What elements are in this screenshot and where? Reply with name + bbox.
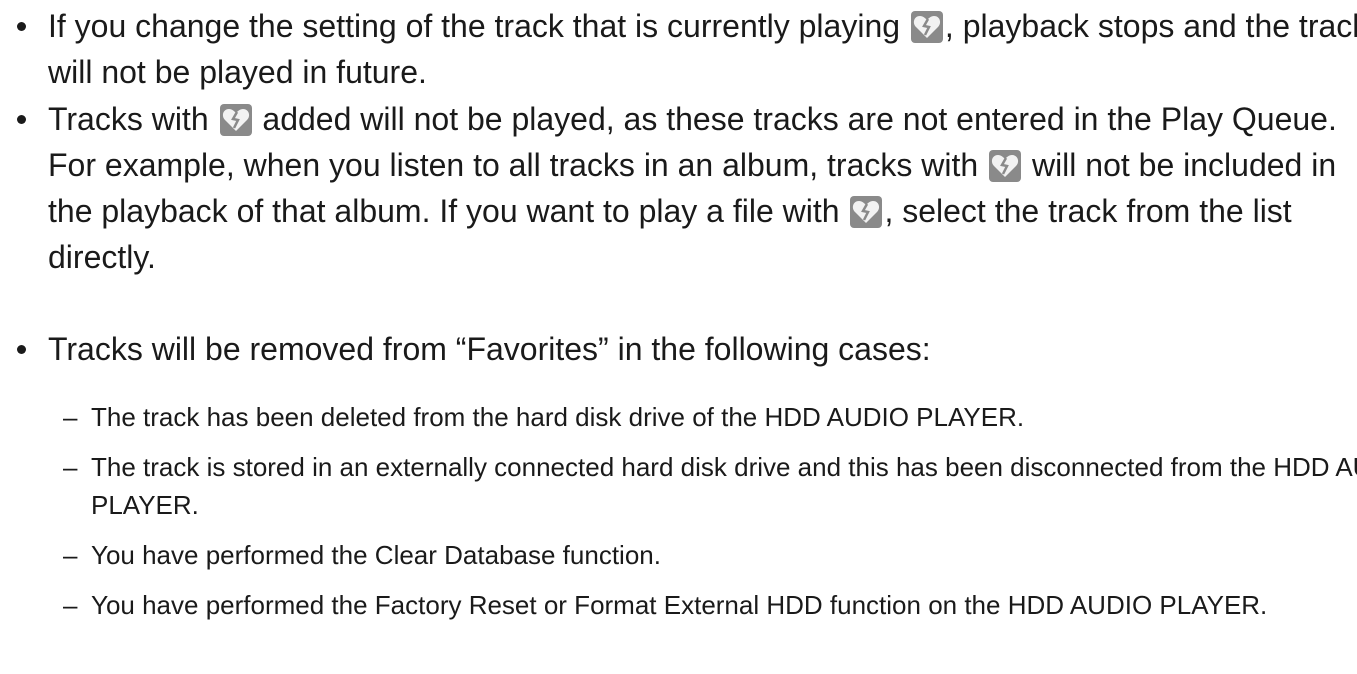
broken-heart-icon <box>989 150 1022 182</box>
sub-item: – You have performed the Clear Database … <box>0 536 1357 574</box>
sub-item-text: The track has been deleted from the hard… <box>91 402 1025 432</box>
sub-item: – The track has been deleted from the ha… <box>0 398 1357 436</box>
bullet-dot <box>17 22 26 31</box>
bullet-dot <box>17 345 26 354</box>
document-page: If you change the setting of the track t… <box>0 0 1357 674</box>
sub-item: – You have performed the Factory Reset o… <box>0 586 1357 624</box>
dash-marker: – <box>63 590 78 620</box>
broken-heart-icon <box>219 104 252 136</box>
bullet-item-removed-cases: Tracks will be removed from “Favorites” … <box>0 326 1357 372</box>
bullet-text: Tracks will be removed from “Favorites” … <box>48 331 931 367</box>
broken-heart-icon <box>910 11 943 43</box>
sub-item: – The track is stored in an externally c… <box>0 448 1357 524</box>
sub-item-text: You have performed the Clear Database fu… <box>91 540 661 570</box>
dash-marker: – <box>63 540 78 570</box>
bullet-dot <box>17 115 26 124</box>
bullet-item-playing-track: If you change the setting of the track t… <box>0 3 1357 95</box>
dash-marker: – <box>63 452 78 482</box>
broken-heart-icon <box>850 196 883 228</box>
bullet-item-play-queue: Tracks with added will not be played, as… <box>0 96 1357 280</box>
sub-item-text: The track is stored in an externally con… <box>91 452 1357 520</box>
bullet-text: Tracks with <box>48 101 218 137</box>
dash-marker: – <box>63 402 78 432</box>
bullet-text: If you change the setting of the track t… <box>48 8 909 44</box>
sub-item-text: You have performed the Factory Reset or … <box>91 590 1268 620</box>
